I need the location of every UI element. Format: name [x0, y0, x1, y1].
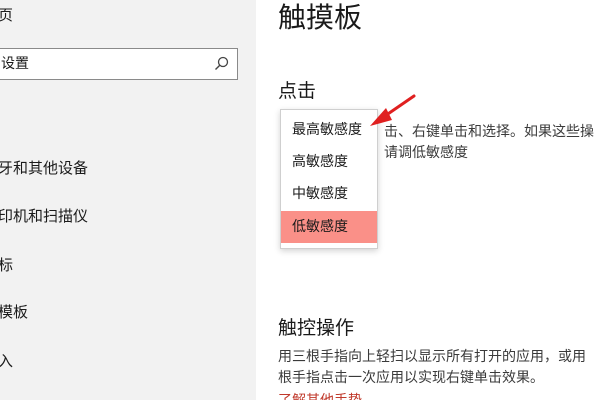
- sidebar-item-touchpad[interactable]: 模板: [0, 296, 256, 328]
- dropdown-option-medium[interactable]: 中敏感度: [281, 178, 377, 210]
- sidebar-item-printers[interactable]: 印机和扫描仪: [0, 200, 256, 232]
- search-input[interactable]: [1, 49, 201, 79]
- learn-more-gestures-link[interactable]: 了解其他手势: [278, 390, 362, 400]
- gesture-section-heading: 触控操作: [278, 317, 355, 339]
- sidebar-item-input[interactable]: 入: [0, 345, 256, 377]
- red-arrow-icon: [370, 94, 416, 126]
- dropdown-option-low[interactable]: 低敏感度: [281, 211, 377, 243]
- sidebar-item-label: 入: [0, 352, 14, 370]
- sidebar-item-label: 牙和其他设备: [0, 159, 89, 177]
- search-box[interactable]: [0, 48, 238, 80]
- dropdown-option-high[interactable]: 高敏感度: [281, 146, 377, 178]
- page-title: 触摸板: [278, 1, 363, 34]
- gesture-section-description-line2: 根手指点击一次应用以实现右键单击效果。: [278, 370, 544, 386]
- sidebar-home-label[interactable]: 页: [0, 4, 13, 25]
- gesture-section-description-line1: 用三根手指向上轻扫以显示所有打开的应用，或用: [278, 349, 586, 365]
- search-icon[interactable]: [213, 56, 229, 72]
- sidebar-item-bluetooth[interactable]: 牙和其他设备: [0, 152, 256, 184]
- sidebar-item-mouse[interactable]: 标: [0, 249, 256, 281]
- tap-section-description-line2: 请调低敏感度: [384, 145, 468, 161]
- sidebar-item-label: 标: [0, 256, 14, 274]
- sidebar-item-label: 模板: [0, 303, 29, 321]
- tap-section-heading: 点击: [278, 80, 317, 102]
- sidebar: 页 牙和其他设备 印机和扫描仪 标 模板 入: [0, 0, 256, 400]
- sidebar-item-label: 印机和扫描仪: [0, 207, 89, 225]
